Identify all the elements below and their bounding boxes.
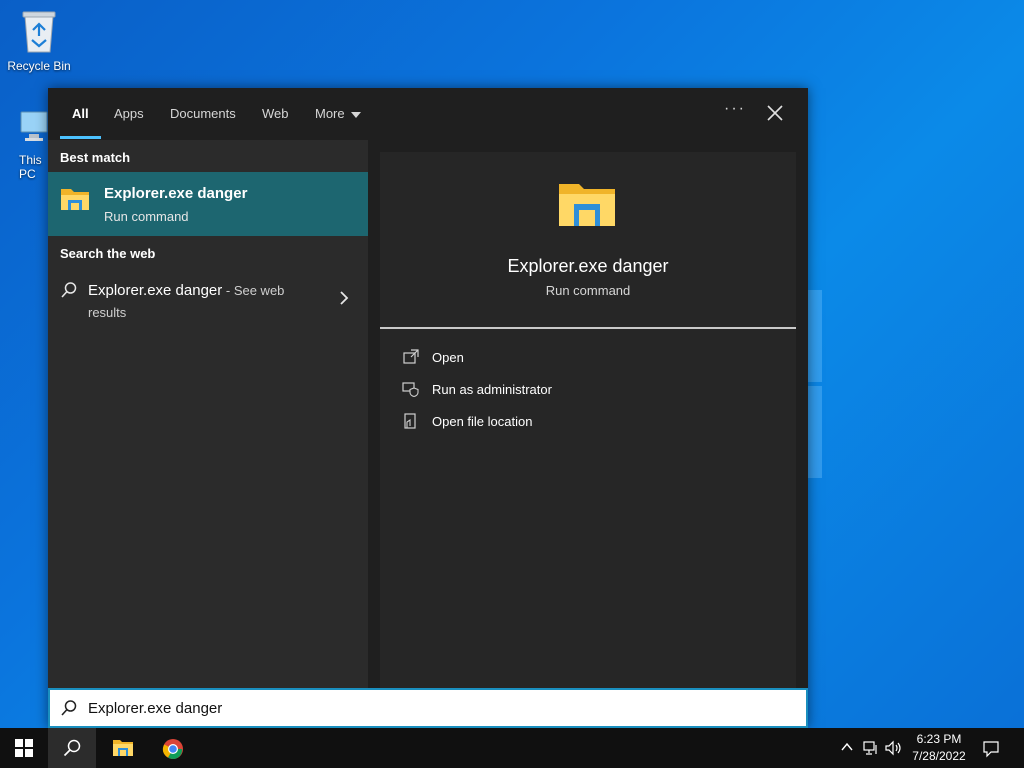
active-tab-indicator xyxy=(60,136,101,139)
desktop-icon-this-pc[interactable]: This PC xyxy=(1,108,49,181)
web-query-suffix-line2: results xyxy=(88,305,127,320)
open-icon xyxy=(403,349,419,364)
wallpaper-beam xyxy=(808,386,822,478)
desktop-icon-label: This PC xyxy=(19,153,42,181)
volume-icon[interactable] xyxy=(884,740,902,756)
results-list: Best match Explorer.exe danger Run comma… xyxy=(48,140,368,688)
more-options-button[interactable]: ··· xyxy=(724,100,746,118)
action-run-as-admin[interactable]: Run as administrator xyxy=(402,378,782,402)
this-pc-icon xyxy=(20,111,48,141)
action-label: Open file location xyxy=(432,414,533,429)
file-location-icon xyxy=(404,413,416,429)
search-icon xyxy=(61,700,77,716)
tab-web[interactable]: Web xyxy=(262,106,289,121)
chevron-right-icon[interactable] xyxy=(338,290,350,306)
web-query-text: Explorer.exe danger xyxy=(88,282,223,299)
preview-pane: Explorer.exe danger Run command Open Run… xyxy=(380,152,796,688)
action-label: Run as administrator xyxy=(432,382,552,397)
notifications-icon[interactable] xyxy=(982,740,1000,758)
action-open-file-location[interactable]: Open file location xyxy=(402,410,782,434)
tab-all[interactable]: All xyxy=(72,106,89,121)
action-label: Open xyxy=(432,350,464,365)
best-match-item[interactable]: Explorer.exe danger Run command xyxy=(48,172,368,236)
chrome-icon xyxy=(162,739,183,760)
tab-more[interactable]: More xyxy=(315,106,361,121)
search-tabs: All Apps Documents Web More ··· xyxy=(48,88,808,140)
clock-time: 6:23 PM xyxy=(916,732,962,746)
search-icon xyxy=(63,739,81,757)
search-icon xyxy=(61,282,77,298)
chevron-up-icon[interactable] xyxy=(840,740,854,754)
best-match-heading: Best match xyxy=(60,150,131,165)
desktop-icon-recycle-bin[interactable]: Recycle Bin xyxy=(1,8,77,73)
action-open[interactable]: Open xyxy=(402,346,782,370)
tab-documents[interactable]: Documents xyxy=(170,106,236,121)
folder-icon xyxy=(113,740,133,756)
web-query-suffix: - See web xyxy=(222,283,285,298)
taskbar-file-explorer[interactable] xyxy=(98,728,146,768)
folder-icon xyxy=(61,189,89,210)
taskbar: 6:23 PM 7/28/2022 xyxy=(0,728,1024,768)
network-icon[interactable] xyxy=(862,740,880,756)
recycle-bin-icon xyxy=(22,11,56,53)
taskbar-search-button[interactable] xyxy=(48,728,96,768)
close-icon[interactable] xyxy=(764,102,786,124)
wallpaper-beam xyxy=(808,290,822,382)
search-panel: All Apps Documents Web More ··· Best mat… xyxy=(48,88,808,728)
taskbar-chrome[interactable] xyxy=(148,728,196,768)
search-bar xyxy=(48,688,808,728)
desktop-icon-label: Recycle Bin xyxy=(7,59,71,73)
best-match-title: Explorer.exe danger xyxy=(104,185,248,202)
chevron-down-icon xyxy=(350,111,361,118)
web-search-item[interactable]: Explorer.exe danger - See web results xyxy=(48,276,368,328)
windows-logo-icon xyxy=(15,739,33,757)
clock-date: 7/28/2022 xyxy=(912,749,966,763)
web-query: Explorer.exe danger - See web xyxy=(88,282,284,299)
divider xyxy=(380,327,796,329)
tab-apps[interactable]: Apps xyxy=(114,106,144,121)
clock[interactable]: 6:23 PM 7/28/2022 xyxy=(904,731,974,765)
preview-title: Explorer.exe danger xyxy=(507,256,669,276)
start-button[interactable] xyxy=(0,728,48,768)
search-input[interactable] xyxy=(88,696,788,720)
tab-more-label: More xyxy=(315,106,345,121)
folder-icon xyxy=(559,184,615,226)
preview-subtitle: Run command xyxy=(545,283,631,298)
shield-icon xyxy=(402,382,419,398)
search-web-heading: Search the web xyxy=(60,246,156,261)
best-match-subtitle: Run command xyxy=(104,209,189,224)
